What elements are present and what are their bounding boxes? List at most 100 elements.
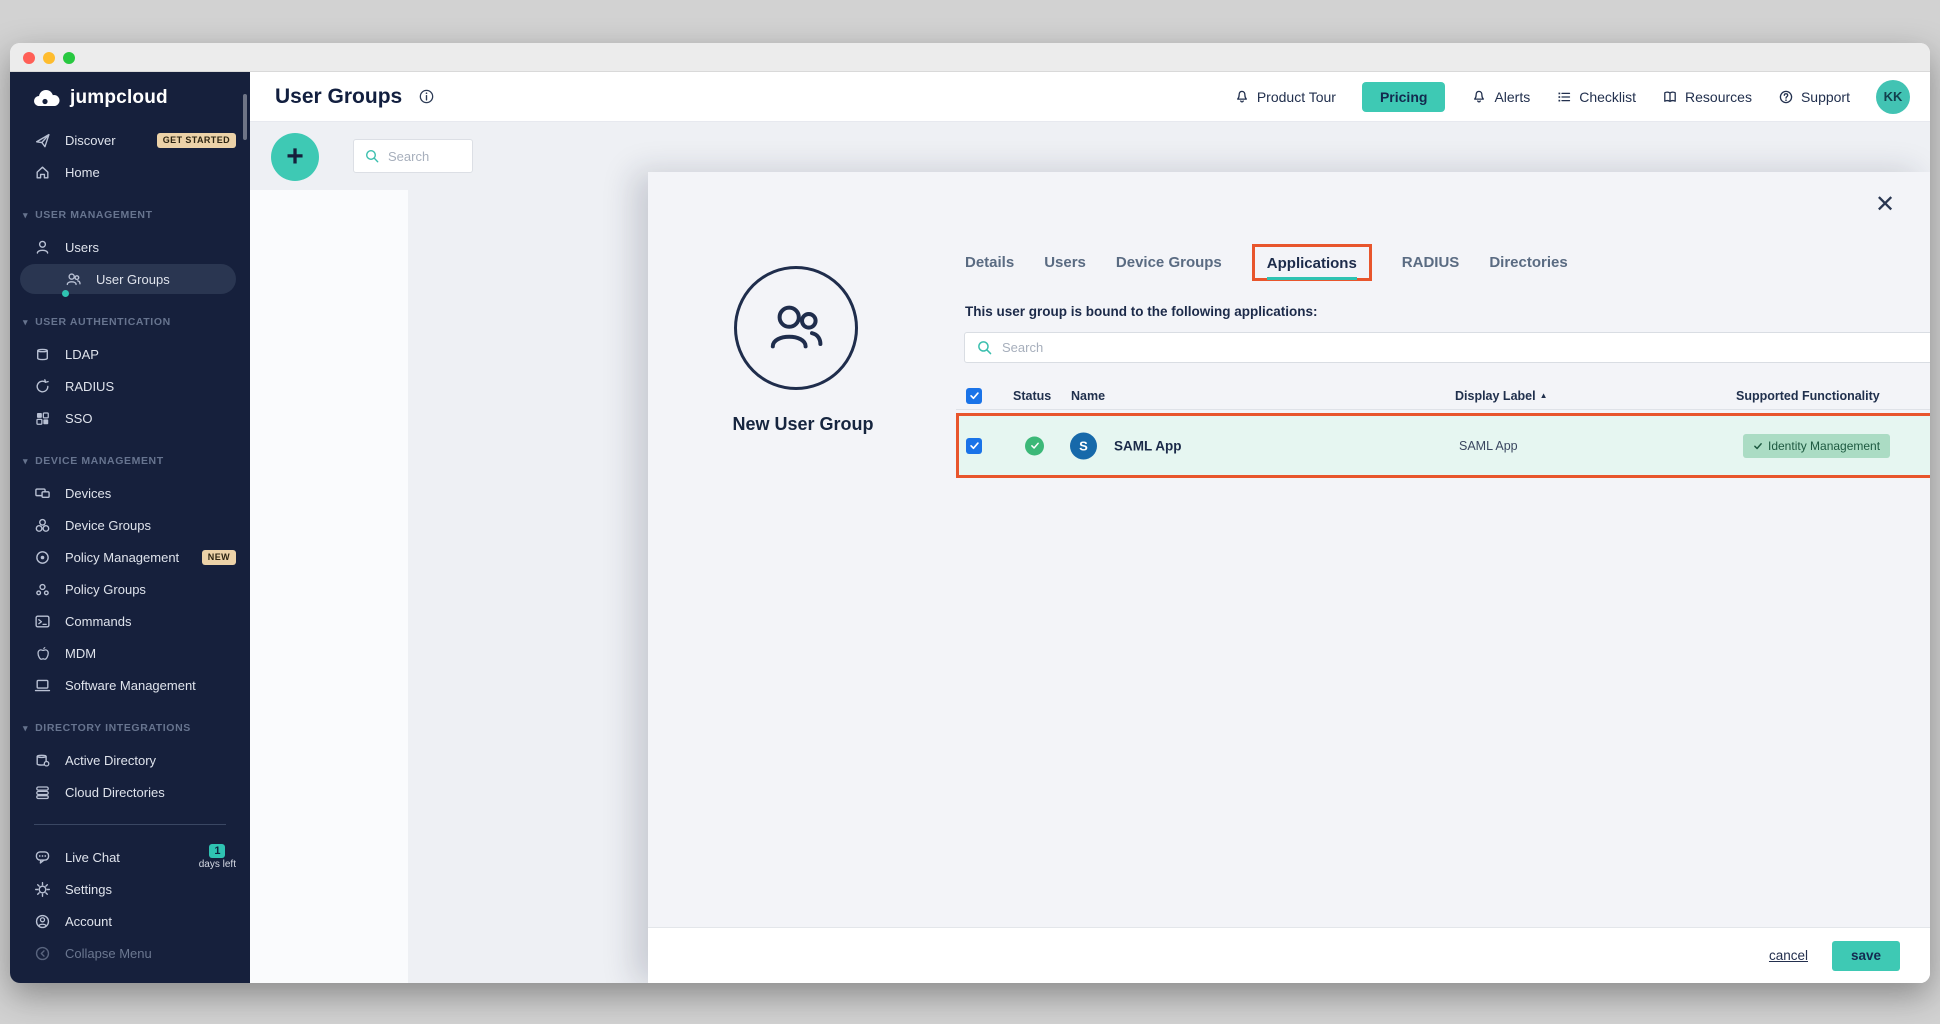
user-group-modal: ✕ New User Group Details Users <box>648 172 1930 983</box>
tab-radius[interactable]: RADIUS <box>1402 254 1460 271</box>
column-header-supported-functionality[interactable]: Supported Functionality <box>1736 389 1880 403</box>
chevron-down-icon: ▾ <box>23 723 28 734</box>
terminal-icon <box>34 613 51 630</box>
applications-search-box[interactable] <box>964 332 1930 363</box>
add-user-group-button[interactable]: + <box>271 133 319 181</box>
macos-titlebar <box>10 43 1930 72</box>
sidebar-item-policy-groups[interactable]: Policy Groups <box>10 573 250 605</box>
sidebar-item-account[interactable]: Account <box>10 905 250 937</box>
sidebar-item-label: Settings <box>65 882 112 897</box>
alerts-button[interactable]: Alerts <box>1471 89 1530 105</box>
sidebar-section-user-authentication[interactable]: ▾ USER AUTHENTICATION <box>10 306 250 338</box>
chat-icon <box>34 849 51 866</box>
page-title: User Groups <box>275 85 402 109</box>
close-icon[interactable]: ✕ <box>1870 190 1900 220</box>
resources-button[interactable]: Resources <box>1662 89 1752 105</box>
sort-asc-icon: ▲ <box>1540 391 1548 400</box>
sidebar-divider <box>10 808 250 841</box>
product-tour-button[interactable]: Product Tour <box>1234 89 1336 105</box>
sidebar-item-software-management[interactable]: Software Management <box>10 669 250 701</box>
home-icon <box>34 164 51 181</box>
tab-details[interactable]: Details <box>965 254 1014 271</box>
avatar[interactable]: KK <box>1876 80 1910 114</box>
zoom-window-button[interactable] <box>63 52 75 64</box>
tab-device-groups[interactable]: Device Groups <box>1116 254 1222 271</box>
app-display-label: SAML App <box>1459 439 1518 453</box>
select-all-checkbox[interactable] <box>966 388 982 404</box>
sidebar: jumpcloud Discover GET STARTED Home ▾ US… <box>10 72 250 983</box>
sidebar-item-collapse-menu[interactable]: Collapse Menu <box>10 937 250 969</box>
info-icon[interactable] <box>418 88 435 105</box>
save-button[interactable]: save <box>1832 941 1900 971</box>
sidebar-item-commands[interactable]: Commands <box>10 605 250 637</box>
sidebar-section-directory-integrations[interactable]: ▾ DIRECTORY INTEGRATIONS <box>10 712 250 744</box>
tab-users[interactable]: Users <box>1044 254 1086 271</box>
support-button[interactable]: Support <box>1778 89 1850 105</box>
sidebar-item-home[interactable]: Home <box>10 156 250 188</box>
sidebar-item-label: SSO <box>65 411 92 426</box>
sidebar-item-label: RADIUS <box>65 379 114 394</box>
device-group-icon <box>34 517 51 534</box>
sidebar-section-device-management[interactable]: ▾ DEVICE MANAGEMENT <box>10 445 250 477</box>
target-icon <box>34 549 51 566</box>
sidebar-item-mdm[interactable]: MDM <box>10 637 250 669</box>
sidebar-item-ldap[interactable]: LDAP <box>10 338 250 370</box>
sidebar-item-policy-management[interactable]: Policy Management NEW <box>10 541 250 573</box>
cancel-button[interactable]: cancel <box>1769 948 1808 963</box>
tab-applications[interactable]: Applications <box>1267 255 1357 280</box>
pricing-button[interactable]: Pricing <box>1362 82 1445 112</box>
sidebar-section-user-management[interactable]: ▾ USER MANAGEMENT <box>10 199 250 231</box>
sidebar-item-label: Cloud Directories <box>65 785 165 800</box>
sidebar-item-label: MDM <box>65 646 96 661</box>
app-name[interactable]: SAML App <box>1114 438 1182 453</box>
sidebar-item-discover[interactable]: Discover GET STARTED <box>10 124 250 156</box>
jumpcloud-logo: jumpcloud <box>10 72 250 124</box>
sidebar-item-sso[interactable]: SSO <box>10 402 250 434</box>
column-header-label: Display Label <box>1455 389 1536 403</box>
trial-counter: 1 days left <box>199 844 236 870</box>
background-search-box[interactable] <box>353 139 473 173</box>
search-icon <box>976 339 993 356</box>
product-tour-label: Product Tour <box>1257 89 1336 105</box>
laptop-icon <box>34 677 51 694</box>
sidebar-item-settings[interactable]: Settings <box>10 873 250 905</box>
column-header-display-label[interactable]: Display Label ▲ <box>1455 389 1548 403</box>
sidebar-item-live-chat[interactable]: Live Chat 1 days left <box>10 841 250 873</box>
column-header-name[interactable]: Name <box>1071 389 1105 403</box>
bell-icon <box>1471 89 1487 105</box>
user-group-avatar-icon <box>734 266 858 390</box>
radius-icon <box>34 378 51 395</box>
sidebar-scrollbar-thumb[interactable] <box>243 94 247 140</box>
sidebar-item-users[interactable]: Users <box>10 231 250 263</box>
group-name: New User Group <box>648 414 958 435</box>
sidebar-item-devices[interactable]: Devices <box>10 477 250 509</box>
sidebar-item-label: Device Groups <box>65 518 151 533</box>
column-header-status[interactable]: Status <box>1013 389 1051 403</box>
sidebar-item-label: Users <box>65 240 99 255</box>
sidebar-item-label: Policy Groups <box>65 582 146 597</box>
sidebar-item-label: User Groups <box>96 272 170 287</box>
sidebar-item-radius[interactable]: RADIUS <box>10 370 250 402</box>
checklist-button[interactable]: Checklist <box>1556 89 1636 105</box>
sidebar-item-device-groups[interactable]: Device Groups <box>10 509 250 541</box>
app-initial-avatar: S <box>1070 432 1097 459</box>
row-checkbox[interactable] <box>966 438 982 454</box>
user-icon <box>34 239 51 256</box>
tab-directories[interactable]: Directories <box>1489 254 1567 271</box>
applications-search-input[interactable] <box>1002 340 1930 355</box>
search-input[interactable] <box>388 149 468 164</box>
new-badge: NEW <box>202 550 236 565</box>
highlight-box-applications-tab: Applications <box>1252 244 1372 281</box>
minimize-window-button[interactable] <box>43 52 55 64</box>
sidebar-item-active-directory[interactable]: Active Directory <box>10 744 250 776</box>
sidebar-item-cloud-directories[interactable]: Cloud Directories <box>10 776 250 808</box>
main-area: User Groups Product Tour Pricing Alerts … <box>250 72 1930 983</box>
devices-icon <box>34 485 51 502</box>
grid-icon <box>34 410 51 427</box>
sidebar-section-label: DIRECTORY INTEGRATIONS <box>35 722 191 734</box>
sidebar-item-label: Software Management <box>65 678 196 693</box>
list-icon <box>1556 89 1572 105</box>
close-window-button[interactable] <box>23 52 35 64</box>
sidebar-item-user-groups[interactable]: User Groups <box>10 263 250 295</box>
topbar-menu: Product Tour Pricing Alerts Checklist Re… <box>1234 80 1910 114</box>
